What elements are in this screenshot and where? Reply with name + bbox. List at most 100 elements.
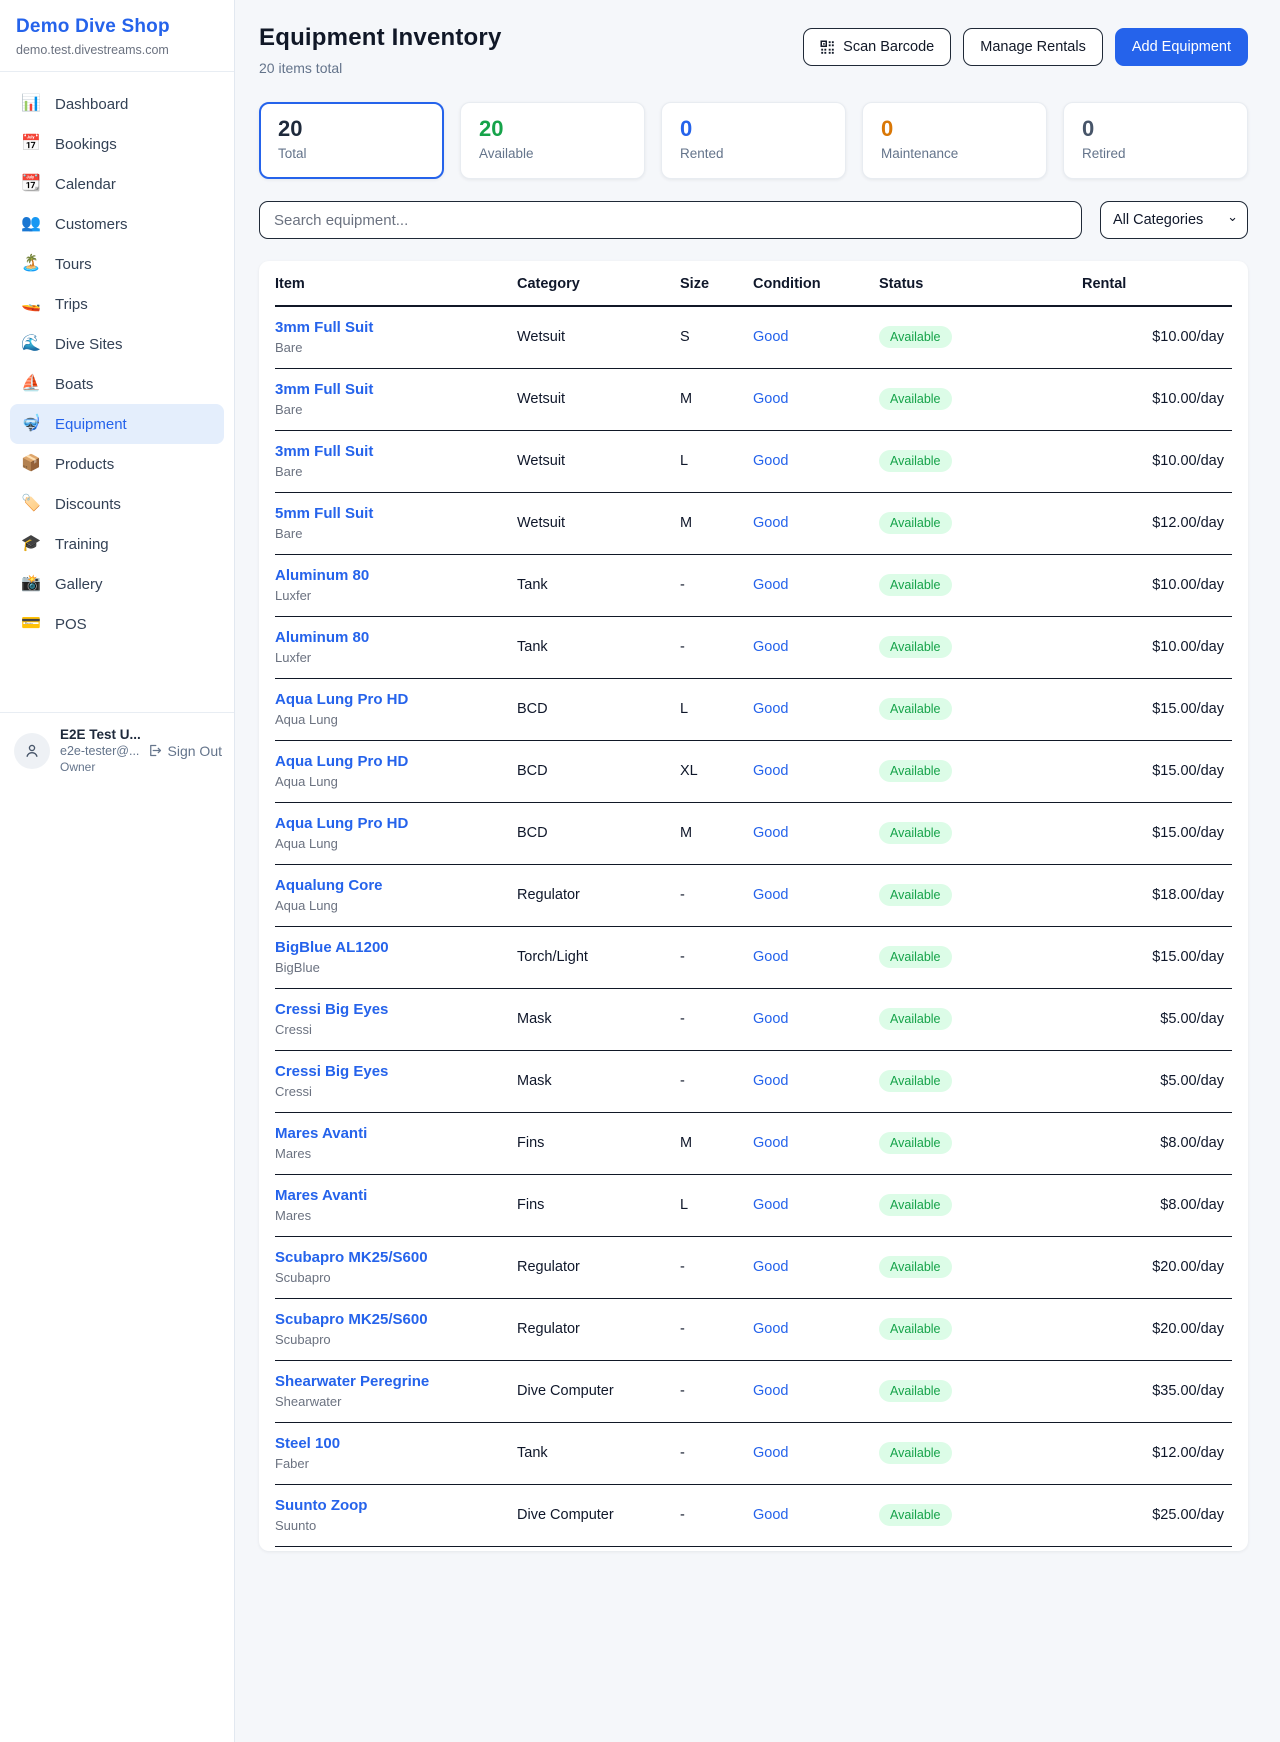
- sign-out-button[interactable]: Sign Out: [147, 743, 222, 759]
- item-link[interactable]: 5mm Full Suit: [275, 505, 509, 522]
- add-equipment-button[interactable]: Add Equipment: [1115, 28, 1248, 66]
- condition-link[interactable]: Good: [753, 1011, 788, 1027]
- item-link[interactable]: 3mm Full Suit: [275, 443, 509, 460]
- condition-cell: Good: [753, 989, 879, 1051]
- item-link[interactable]: Aluminum 80: [275, 567, 509, 584]
- condition-cell: Good: [753, 555, 879, 617]
- scan-barcode-button[interactable]: Scan Barcode: [803, 28, 951, 66]
- condition-link[interactable]: Good: [753, 701, 788, 717]
- item-link[interactable]: Shearwater Peregrine: [275, 1373, 509, 1390]
- condition-cell: Good: [753, 1423, 879, 1485]
- sidebar-item-discounts[interactable]: 🏷️ Discounts: [10, 484, 224, 524]
- condition-link[interactable]: Good: [753, 1073, 788, 1089]
- condition-link[interactable]: Good: [753, 949, 788, 965]
- item-link[interactable]: Cressi Big Eyes: [275, 1063, 509, 1080]
- status-cell: Available: [879, 306, 1082, 369]
- condition-link[interactable]: Good: [753, 1321, 788, 1337]
- item-link[interactable]: Aqua Lung Pro HD: [275, 691, 509, 708]
- condition-link[interactable]: Good: [753, 329, 788, 345]
- item-brand: Scubapro: [275, 1270, 509, 1285]
- item-link[interactable]: Aqualung Core: [275, 877, 509, 894]
- condition-link[interactable]: Good: [753, 1135, 788, 1151]
- stat-value: 20: [278, 116, 425, 141]
- item-link[interactable]: Aqua Lung Pro HD: [275, 753, 509, 770]
- condition-link[interactable]: Good: [753, 1383, 788, 1399]
- size-cell: XL: [680, 741, 753, 803]
- size-cell: -: [680, 1051, 753, 1113]
- item-link[interactable]: Mares Avanti: [275, 1187, 509, 1204]
- status-badge: Available: [879, 388, 952, 410]
- stat-card[interactable]: 0 Rented: [661, 102, 846, 179]
- size-cell: -: [680, 1299, 753, 1361]
- condition-link[interactable]: Good: [753, 763, 788, 779]
- category-cell: BCD: [517, 741, 680, 803]
- user-section: E2E Test U... e2e-tester@... Owner Sign …: [0, 713, 234, 788]
- sidebar-item-pos[interactable]: 💳 POS: [10, 604, 224, 644]
- category-cell: Regulator: [517, 865, 680, 927]
- item-brand: Cressi: [275, 1022, 509, 1037]
- item-link[interactable]: Aluminum 80: [275, 629, 509, 646]
- item-link[interactable]: Suunto Zoop: [275, 1497, 509, 1514]
- item-link[interactable]: Cressi Big Eyes: [275, 1001, 509, 1018]
- condition-link[interactable]: Good: [753, 577, 788, 593]
- item-link[interactable]: Scubapro MK25/S600: [275, 1249, 509, 1266]
- category-select[interactable]: All Categories: [1100, 201, 1248, 239]
- item-brand: Scubapro: [275, 1332, 509, 1347]
- sidebar-item-customers[interactable]: 👥 Customers: [10, 204, 224, 244]
- rental-cell: $5.00/day: [1082, 1051, 1232, 1113]
- sidebar-item-trips[interactable]: 🚤 Trips: [10, 284, 224, 324]
- condition-link[interactable]: Good: [753, 391, 788, 407]
- status-badge: Available: [879, 822, 952, 844]
- rental-price: $35.00/day: [1152, 1383, 1224, 1399]
- condition-link[interactable]: Good: [753, 1197, 788, 1213]
- size-cell: L: [680, 679, 753, 741]
- rental-cell: $25.00/day: [1082, 1485, 1232, 1547]
- condition-link[interactable]: Good: [753, 639, 788, 655]
- item-link[interactable]: Mares Avanti: [275, 1125, 509, 1142]
- sidebar-item-gallery[interactable]: 📸 Gallery: [10, 564, 224, 604]
- sidebar-item-training[interactable]: 🎓 Training: [10, 524, 224, 564]
- item-link[interactable]: Scubapro MK25/S600: [275, 1311, 509, 1328]
- trips-icon: 🚤: [20, 296, 42, 312]
- size-cell: -: [680, 989, 753, 1051]
- stat-card[interactable]: 0 Maintenance: [862, 102, 1047, 179]
- condition-link[interactable]: Good: [753, 1445, 788, 1461]
- condition-link[interactable]: Good: [753, 887, 788, 903]
- condition-link[interactable]: Good: [753, 515, 788, 531]
- condition-link[interactable]: Good: [753, 825, 788, 841]
- sidebar-item-calendar[interactable]: 📆 Calendar: [10, 164, 224, 204]
- sidebar-item-tours[interactable]: 🏝️ Tours: [10, 244, 224, 284]
- condition-link[interactable]: Good: [753, 453, 788, 469]
- sidebar-item-products[interactable]: 📦 Products: [10, 444, 224, 484]
- condition-link[interactable]: Good: [753, 1259, 788, 1275]
- manage-rentals-button[interactable]: Manage Rentals: [963, 28, 1103, 66]
- sidebar-item-equipment[interactable]: 🤿 Equipment: [10, 404, 224, 444]
- nav-item-label: Bookings: [55, 136, 117, 153]
- search-input[interactable]: [259, 201, 1082, 239]
- stat-card[interactable]: 0 Retired: [1063, 102, 1248, 179]
- item-link[interactable]: Aqua Lung Pro HD: [275, 815, 509, 832]
- stat-card[interactable]: 20 Total: [259, 102, 444, 179]
- category-cell: Wetsuit: [517, 431, 680, 493]
- title-block: Equipment Inventory 20 items total: [259, 24, 502, 76]
- item-link[interactable]: 3mm Full Suit: [275, 319, 509, 336]
- dashboard-icon: 📊: [20, 96, 42, 112]
- table-head: Item Category Size Condition Status Rent…: [275, 261, 1232, 306]
- item-brand: Aqua Lung: [275, 712, 509, 727]
- item-cell: BigBlue AL1200 BigBlue: [275, 927, 517, 989]
- sidebar-item-dive-sites[interactable]: 🌊 Dive Sites: [10, 324, 224, 364]
- item-link[interactable]: BigBlue AL1200: [275, 939, 509, 956]
- status-cell: Available: [879, 1423, 1082, 1485]
- item-cell: 3mm Full Suit Bare: [275, 369, 517, 431]
- sidebar-item-dashboard[interactable]: 📊 Dashboard: [10, 84, 224, 124]
- sidebar-item-bookings[interactable]: 📅 Bookings: [10, 124, 224, 164]
- status-badge: Available: [879, 946, 952, 968]
- stat-card[interactable]: 20 Available: [460, 102, 645, 179]
- condition-link[interactable]: Good: [753, 1507, 788, 1523]
- sidebar-item-boats[interactable]: ⛵ Boats: [10, 364, 224, 404]
- item-link[interactable]: 3mm Full Suit: [275, 381, 509, 398]
- brand-name[interactable]: Demo Dive Shop: [16, 16, 218, 38]
- rental-cell: $15.00/day: [1082, 679, 1232, 741]
- item-link[interactable]: Steel 100: [275, 1435, 509, 1452]
- item-cell: Shearwater Peregrine Shearwater: [275, 1361, 517, 1423]
